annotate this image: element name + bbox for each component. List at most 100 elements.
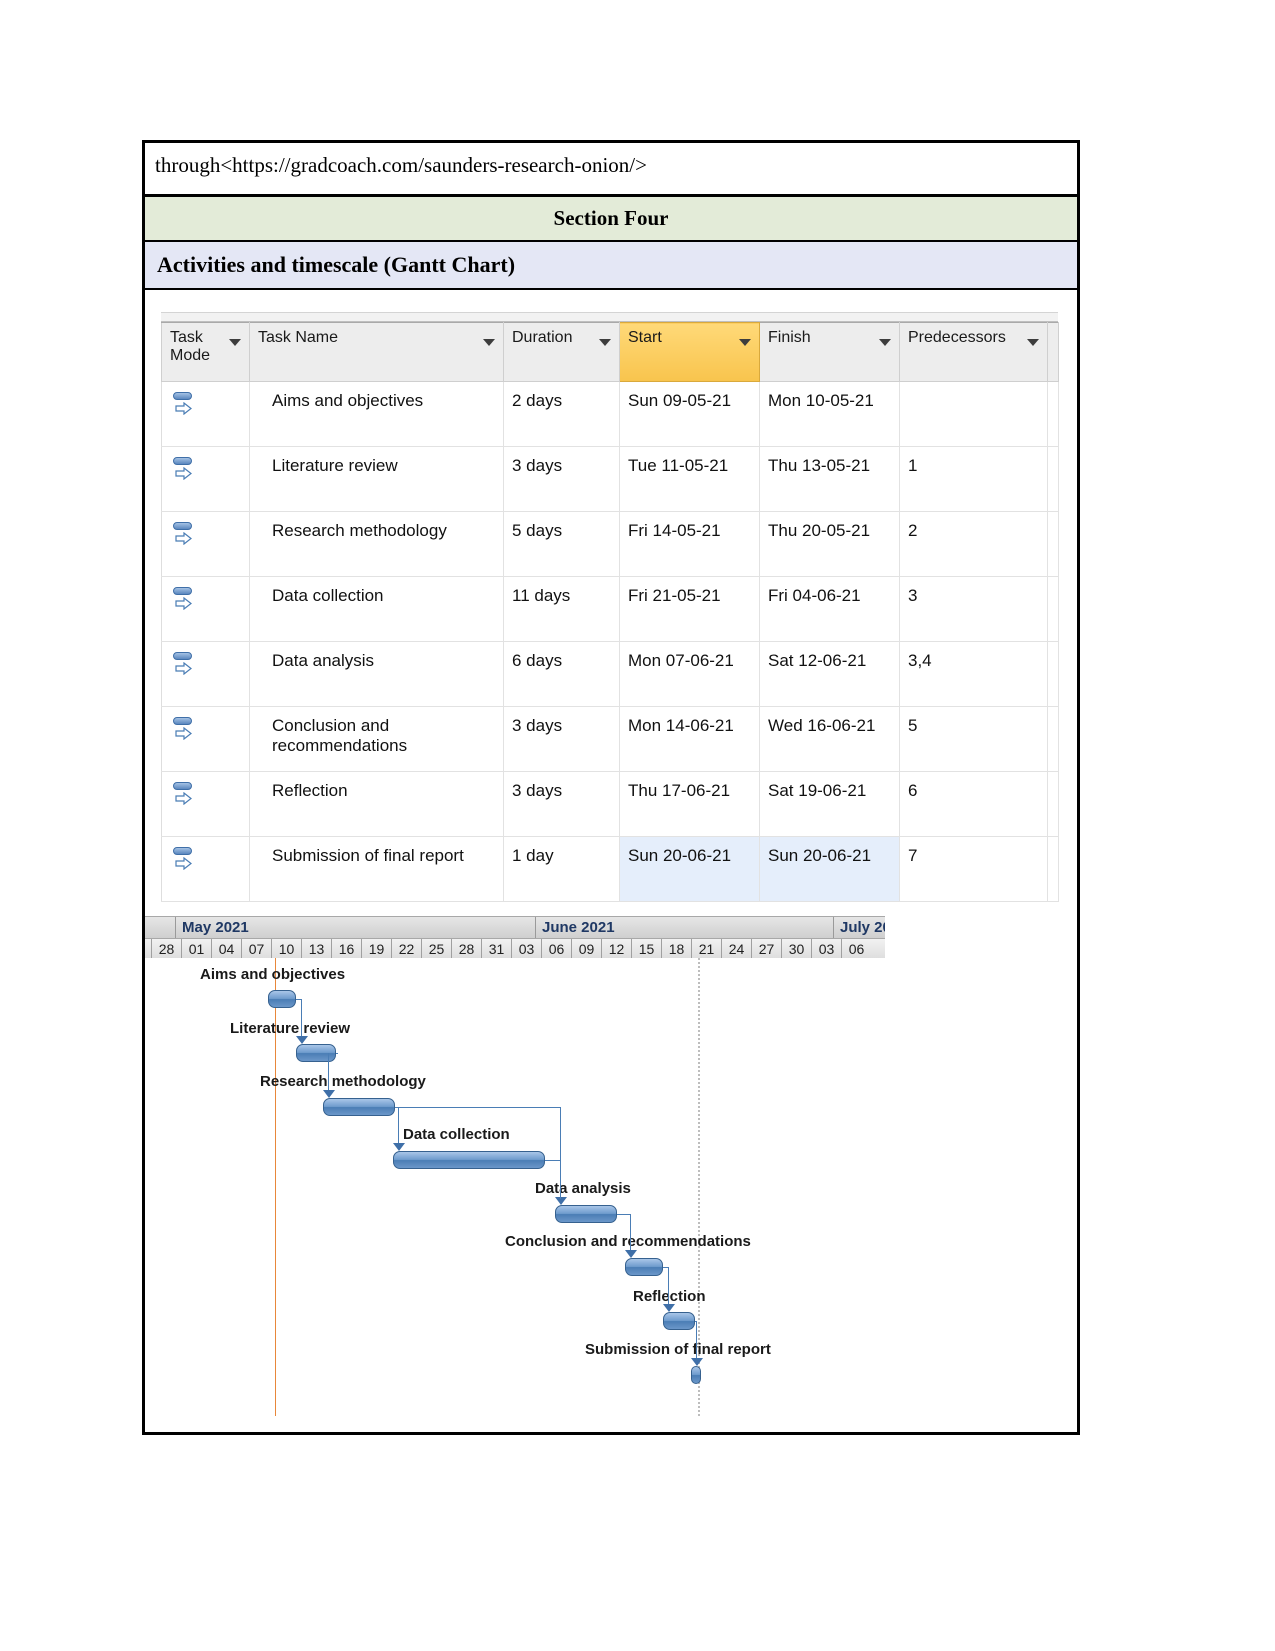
gantt-bar-label: Aims and objectives (200, 966, 346, 984)
chevron-down-icon[interactable] (229, 339, 241, 347)
column-header-task-mode[interactable]: Task Mode (161, 322, 250, 383)
start-date-cell[interactable]: Tue 11-05-21 (619, 446, 760, 513)
task-mode-cell[interactable] (161, 641, 250, 708)
start-date-cell[interactable]: Sun 09-05-21 (619, 381, 760, 448)
arrow-right-icon (175, 662, 192, 676)
finish-date-cell[interactable]: Mon 10-05-21 (759, 381, 900, 448)
table-row[interactable]: Data analysis 6 days Mon 07-06-21 Sat 12-06… (161, 641, 1059, 708)
gantt-day-tick: 25 (421, 939, 451, 961)
gantt-task-bar[interactable] (296, 1044, 336, 1063)
duration-cell[interactable]: 1 day (503, 836, 620, 903)
predecessors-cell[interactable]: 3 (899, 576, 1048, 643)
table-row[interactable]: Reflection 3 days Thu 17-06-21 Sat 19-06-21… (161, 771, 1059, 838)
predecessors-cell[interactable]: 3,4 (899, 641, 1048, 708)
task-name-cell[interactable]: Research methodology (249, 511, 504, 578)
task-mode-cell[interactable] (161, 706, 250, 773)
finish-date-cell[interactable]: Thu 13-05-21 (759, 446, 900, 513)
dependency-link-vertical (301, 999, 302, 1039)
column-header-predecessors[interactable]: Predecessors (899, 322, 1048, 383)
gantt-bars-canvas: Aims and objectives Literature review Rese… (145, 958, 1045, 1417)
task-mode-cell[interactable] (161, 446, 250, 513)
gantt-month-label: May 2021 (175, 917, 535, 939)
duration-cell[interactable]: 2 days (503, 381, 620, 448)
chevron-down-icon[interactable] (739, 339, 751, 347)
task-mode-cell[interactable] (161, 511, 250, 578)
task-name-cell[interactable]: Aims and objectives (249, 381, 504, 448)
finish-date-cell[interactable]: Sat 12-06-21 (759, 641, 900, 708)
predecessors-cell[interactable]: 6 (899, 771, 1048, 838)
task-mode-cell[interactable] (161, 771, 250, 838)
column-header-task-mode-label: Task Mode (170, 329, 211, 365)
gantt-day-tick: 06 (841, 939, 871, 961)
duration-cell[interactable]: 3 days (503, 446, 620, 513)
task-name-cell[interactable]: Submission of final report (249, 836, 504, 903)
auto-scheduled-icon (172, 716, 198, 744)
start-date-cell[interactable]: Sun 20-06-21 (619, 836, 760, 903)
task-mode-cell[interactable] (161, 381, 250, 448)
gantt-day-tick: 22 (391, 939, 421, 961)
gantt-day-tick: 09 (571, 939, 601, 961)
start-date-cell[interactable]: Thu 17-06-21 (619, 771, 760, 838)
task-mode-cell[interactable] (161, 576, 250, 643)
chevron-down-icon[interactable] (879, 339, 891, 347)
gantt-task-bar[interactable] (555, 1205, 617, 1224)
gantt-task-bar[interactable] (393, 1151, 545, 1170)
duration-cell[interactable]: 3 days (503, 706, 620, 773)
column-header-finish[interactable]: Finish (759, 322, 900, 383)
dependency-arrow-icon (663, 1304, 675, 1313)
dependency-arrow-icon (323, 1090, 335, 1099)
task-name-cell[interactable]: Reflection (249, 771, 504, 838)
duration-cell[interactable]: 3 days (503, 771, 620, 838)
gantt-task-bar[interactable] (268, 990, 296, 1009)
predecessors-cell[interactable]: 5 (899, 706, 1048, 773)
task-name-cell[interactable]: Conclusion and recommendations (249, 706, 504, 773)
predecessors-cell[interactable]: 1 (899, 446, 1048, 513)
task-name-cell[interactable]: Data analysis (249, 641, 504, 708)
arrow-right-icon (175, 727, 192, 741)
table-row[interactable]: Submission of final report 1 day Sun 20-06… (161, 836, 1059, 903)
chevron-down-icon[interactable] (599, 339, 611, 347)
task-name-cell[interactable]: Literature review (249, 446, 504, 513)
duration-cell[interactable]: 5 days (503, 511, 620, 578)
duration-cell[interactable]: 11 days (503, 576, 620, 643)
gantt-month-label: July 2021 (833, 917, 885, 939)
table-row[interactable]: Aims and objectives 2 days Sun 09-05-21 Mon… (161, 381, 1059, 448)
finish-date-cell[interactable]: Thu 20-05-21 (759, 511, 900, 578)
gantt-task-bar[interactable] (323, 1098, 395, 1117)
finish-date-cell[interactable]: Wed 16-06-21 (759, 706, 900, 773)
finish-date-cell[interactable]: Sat 19-06-21 (759, 771, 900, 838)
gantt-bar-label: Reflection (633, 1288, 706, 1306)
column-header-task-name[interactable]: Task Name (249, 322, 504, 383)
column-header-start[interactable]: Start (619, 322, 760, 383)
chevron-down-icon[interactable] (1027, 339, 1039, 347)
column-header-duration[interactable]: Duration (503, 322, 620, 383)
start-date-cell[interactable]: Mon 14-06-21 (619, 706, 760, 773)
gantt-task-bar[interactable] (691, 1366, 701, 1385)
start-date-cell[interactable]: Fri 14-05-21 (619, 511, 760, 578)
predecessors-cell[interactable]: 7 (899, 836, 1048, 903)
table-row[interactable]: Research methodology 5 days Fri 14-05-21 Th… (161, 511, 1059, 578)
gantt-task-bar[interactable] (663, 1312, 695, 1331)
auto-scheduled-icon (172, 586, 198, 614)
task-mode-cell[interactable] (161, 836, 250, 903)
duration-cell[interactable]: 6 days (503, 641, 620, 708)
table-row[interactable]: Data collection 11 days Fri 21-05-21 Fri 04… (161, 576, 1059, 643)
start-date-cell[interactable]: Mon 07-06-21 (619, 641, 760, 708)
finish-date-cell[interactable]: Sun 20-06-21 (759, 836, 900, 903)
predecessors-cell[interactable]: 2 (899, 511, 1048, 578)
row-overflow-cell (1047, 641, 1059, 708)
task-table-body: Aims and objectives 2 days Sun 09-05-21 Mon… (161, 381, 1059, 903)
table-row[interactable]: Conclusion and recommendations 3 days Mon … (161, 706, 1059, 773)
predecessors-cell[interactable] (899, 381, 1048, 448)
task-name-cell[interactable]: Data collection (249, 576, 504, 643)
url-reference-text: through<https://gradcoach.com/saunders-r… (145, 143, 1077, 197)
section-title: Section Four (145, 196, 1077, 243)
chevron-down-icon[interactable] (483, 339, 495, 347)
table-row[interactable]: Literature review 3 days Tue 11-05-21 Thu 1… (161, 446, 1059, 513)
gantt-task-bar[interactable] (625, 1258, 663, 1277)
finish-date-cell[interactable]: Fri 04-06-21 (759, 576, 900, 643)
gantt-day-tick: 15 (631, 939, 661, 961)
dependency-link-horizontal (336, 1053, 338, 1055)
start-date-cell[interactable]: Fri 21-05-21 (619, 576, 760, 643)
dependency-arrow-icon (555, 1197, 567, 1206)
